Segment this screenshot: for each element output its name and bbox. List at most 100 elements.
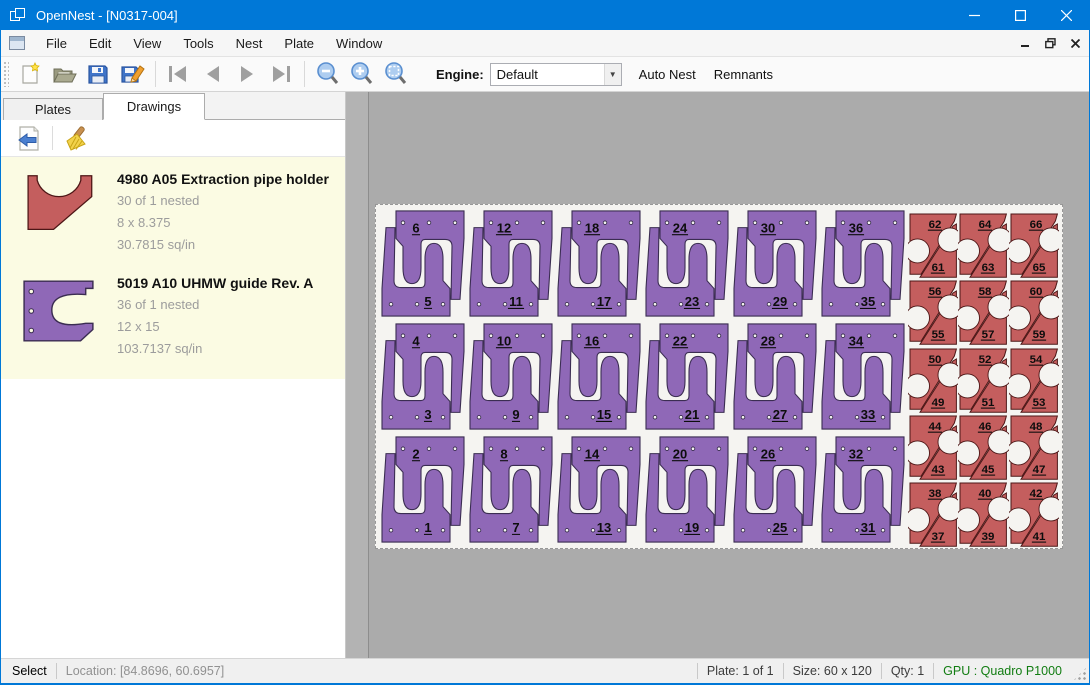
nest-part-pair-purple[interactable]: 1413 bbox=[555, 433, 643, 546]
panel-splitter[interactable] bbox=[346, 92, 369, 658]
nest-part-pair-purple[interactable]: 109 bbox=[467, 320, 555, 433]
save-icon[interactable] bbox=[81, 59, 115, 89]
part-number: 23 bbox=[685, 294, 699, 309]
part-number: 49 bbox=[932, 397, 945, 409]
nest-part-pair-purple[interactable]: 87 bbox=[467, 433, 555, 546]
drawing-item[interactable]: 5019 A10 UHMW guide Rev. A 36 of 1 neste… bbox=[1, 265, 345, 369]
menu-nest[interactable]: Nest bbox=[225, 32, 274, 55]
plate[interactable]: 6512111817242330293635431091615222128273… bbox=[375, 204, 1063, 549]
nest-part-pair-purple[interactable]: 1817 bbox=[555, 207, 643, 320]
mdi-minimize-icon[interactable] bbox=[1014, 34, 1036, 52]
nest-part-pair-red[interactable]: 6665 bbox=[1009, 212, 1059, 279]
save-as-icon[interactable] bbox=[115, 59, 149, 89]
close-button[interactable] bbox=[1043, 0, 1089, 30]
nest-part-pair-red[interactable]: 5857 bbox=[958, 279, 1008, 346]
nest-part-pair-purple[interactable]: 1211 bbox=[467, 207, 555, 320]
nest-part-pair-red[interactable]: 4241 bbox=[1009, 481, 1059, 548]
nest-part-pair-red[interactable]: 50 49 bbox=[908, 347, 958, 414]
auto-nest-button[interactable]: Auto Nest bbox=[630, 61, 705, 88]
drawing-nested-count: 30 of 1 nested bbox=[117, 193, 339, 208]
resize-grip[interactable] bbox=[1073, 667, 1087, 681]
back-icon[interactable] bbox=[13, 123, 45, 153]
zoom-out-icon[interactable] bbox=[311, 59, 345, 89]
nest-part-pair-purple[interactable]: 43 bbox=[379, 320, 467, 433]
part-number: 39 bbox=[982, 531, 995, 543]
nest-part-pair-purple[interactable]: 2625 bbox=[731, 433, 819, 546]
nest-part-pair-red[interactable]: 5453 bbox=[1009, 347, 1059, 414]
chevron-down-icon[interactable]: ▼ bbox=[604, 64, 621, 85]
first-plate-icon[interactable] bbox=[162, 59, 196, 89]
nest-part-pair-red[interactable]: 6261 bbox=[908, 212, 958, 279]
toolbar-grip[interactable] bbox=[3, 61, 9, 87]
drawing-title: 5019 A10 UHMW guide Rev. A bbox=[117, 275, 339, 291]
nest-part-pair-red[interactable]: 6059 bbox=[1009, 279, 1059, 346]
nest-part-pair-purple[interactable]: 3635 bbox=[819, 207, 907, 320]
nest-part-pair-red[interactable]: 4645 bbox=[958, 414, 1008, 481]
drawings-list: 4980 A05 Extraction pipe holder 30 of 1 … bbox=[1, 157, 345, 379]
next-plate-icon[interactable] bbox=[230, 59, 264, 89]
menu-window[interactable]: Window bbox=[325, 32, 393, 55]
status-mode: Select bbox=[3, 664, 56, 678]
nest-part-pair-red[interactable]: 3837 bbox=[908, 481, 958, 548]
part-number: 27 bbox=[773, 407, 787, 422]
nest-part-pair-red[interactable]: 5251 bbox=[958, 347, 1008, 414]
nest-part-pair-purple[interactable]: 24 23 bbox=[643, 207, 731, 320]
nest-part-pair-purple[interactable]: 3029 bbox=[731, 207, 819, 320]
nest-part-pair-red[interactable]: 4039 bbox=[958, 481, 1008, 548]
nest-part-pair-purple[interactable]: 21 bbox=[379, 433, 467, 546]
status-bar: Select Location: [84.8696, 60.6957] Plat… bbox=[1, 658, 1089, 683]
minimize-button[interactable] bbox=[951, 0, 997, 30]
menu-bar: File Edit View Tools Nest Plate Window bbox=[1, 30, 1089, 57]
nest-part-pair-purple[interactable]: 3231 bbox=[819, 433, 907, 546]
menu-plate[interactable]: Plate bbox=[273, 32, 325, 55]
zoom-in-icon[interactable] bbox=[345, 59, 379, 89]
drawing-item[interactable]: 4980 A05 Extraction pipe holder 30 of 1 … bbox=[1, 161, 345, 265]
part-number: 42 bbox=[1029, 488, 1042, 500]
part-number: 11 bbox=[509, 294, 523, 309]
nest-part-pair-red[interactable]: 4847 bbox=[1009, 414, 1059, 481]
document-icon[interactable] bbox=[9, 36, 25, 50]
open-folder-icon[interactable] bbox=[47, 59, 81, 89]
nest-canvas[interactable]: 6512111817242330293635431091615222128273… bbox=[369, 92, 1089, 658]
previous-plate-icon[interactable] bbox=[196, 59, 230, 89]
part-number: 50 bbox=[929, 354, 942, 366]
part-number: 29 bbox=[773, 294, 787, 309]
drawing-area: 30.7815 sq/in bbox=[117, 237, 339, 252]
part-number: 24 bbox=[673, 221, 688, 236]
part-number: 51 bbox=[982, 397, 995, 409]
remnants-button[interactable]: Remnants bbox=[705, 61, 782, 88]
zoom-fit-icon[interactable] bbox=[379, 59, 413, 89]
part-number: 19 bbox=[685, 520, 699, 535]
nest-part-pair-purple[interactable]: 65 bbox=[379, 207, 467, 320]
part-number: 56 bbox=[929, 286, 942, 298]
nest-part-pair-purple[interactable]: 1615 bbox=[555, 320, 643, 433]
new-file-icon[interactable] bbox=[13, 59, 47, 89]
menu-tools[interactable]: Tools bbox=[172, 32, 224, 55]
menu-file[interactable]: File bbox=[35, 32, 78, 55]
nest-part-pair-purple[interactable]: 2827 bbox=[731, 320, 819, 433]
drawing-meta: 5019 A10 UHMW guide Rev. A 36 of 1 neste… bbox=[107, 273, 339, 363]
part-number: 54 bbox=[1029, 354, 1042, 366]
part-number: 14 bbox=[585, 447, 600, 462]
nest-part-pair-red[interactable]: 4443 bbox=[908, 414, 958, 481]
mdi-restore-icon[interactable] bbox=[1039, 34, 1061, 52]
nest-part-pair-purple[interactable]: 2221 bbox=[643, 320, 731, 433]
menu-view[interactable]: View bbox=[122, 32, 172, 55]
nest-part-pair-red[interactable]: 5655 bbox=[908, 279, 958, 346]
side-panel: Plates Drawings 4980 A05 Extraction pipe… bbox=[1, 92, 346, 658]
nest-part-pair-red[interactable]: 6463 bbox=[958, 212, 1008, 279]
part-number: 22 bbox=[673, 334, 687, 349]
maximize-button[interactable] bbox=[997, 0, 1043, 30]
menu-edit[interactable]: Edit bbox=[78, 32, 122, 55]
engine-value: Default bbox=[491, 64, 604, 85]
nest-part-pair-purple[interactable]: 2019 bbox=[643, 433, 731, 546]
tab-drawings[interactable]: Drawings bbox=[103, 93, 205, 120]
mdi-close-icon[interactable] bbox=[1064, 34, 1086, 52]
part-number: 5 bbox=[424, 294, 431, 309]
nest-part-pair-purple[interactable]: 3433 bbox=[819, 320, 907, 433]
clear-broom-icon[interactable] bbox=[60, 123, 92, 153]
tab-plates[interactable]: Plates bbox=[3, 98, 103, 120]
engine-select[interactable]: Default ▼ bbox=[490, 63, 622, 86]
part-number: 65 bbox=[1032, 262, 1045, 274]
last-plate-icon[interactable] bbox=[264, 59, 298, 89]
